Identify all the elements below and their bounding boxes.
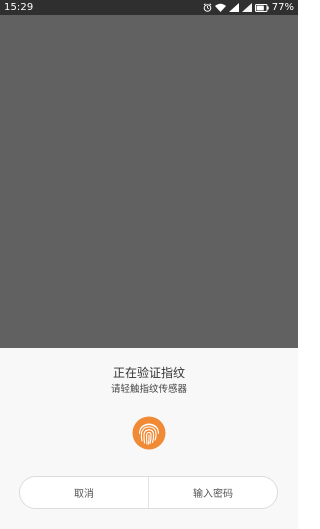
dialog-subtitle: 请轻触指纹传感器 [110,384,187,395]
status-bar: 15:29 77% [0,0,298,15]
enter-password-button[interactable]: 输入密码 [149,477,277,508]
signal-icon [241,3,252,12]
fingerprint-icon [132,416,166,450]
alarm-icon [203,3,212,12]
dialog-button-row: 取消 输入密码 [19,476,278,509]
battery-percent: 77% [271,2,294,13]
screen: 15:29 77% 正在验证指纹 请轻触指纹传感器 取消 输入密码 [0,0,298,529]
dialog-title: 正在验证指纹 [112,366,185,380]
status-time: 15:29 [4,2,34,13]
status-icons: 77% [203,1,294,14]
battery-icon [254,3,269,12]
fingerprint-dialog: 正在验证指纹 请轻触指纹传感器 取消 输入密码 [0,348,298,529]
wifi-icon [214,3,226,12]
cancel-button[interactable]: 取消 [20,477,148,508]
signal-icon [228,3,239,12]
dim-overlay[interactable] [0,15,298,348]
